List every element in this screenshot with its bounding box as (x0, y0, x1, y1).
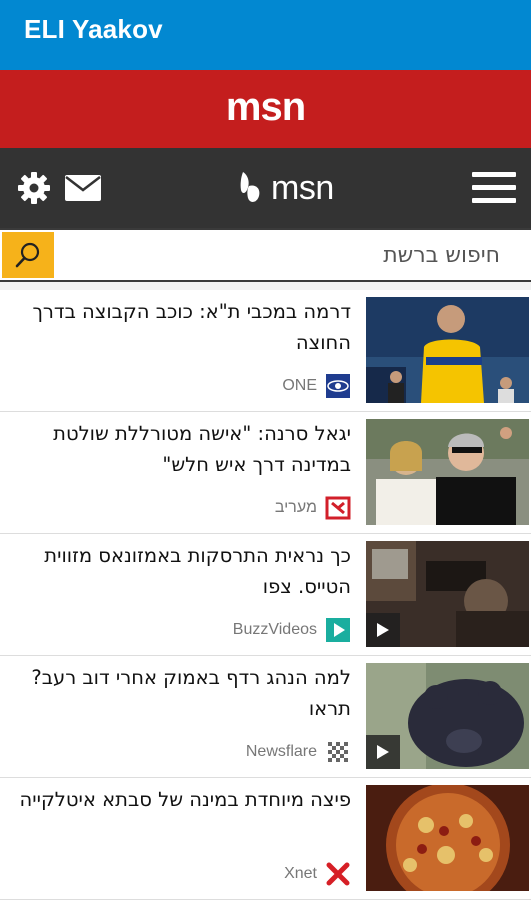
article-source: BuzzVideos (233, 618, 351, 642)
msn-brand[interactable]: msn (237, 166, 334, 210)
article-headline[interactable]: למה הנהג רדף באמוק אחרי דוב רעב? תראו (11, 662, 351, 724)
play-icon[interactable] (366, 735, 400, 769)
article-headline[interactable]: דרמה במכבי ת"א: כוכב הקבוצה בדרך החוצה (11, 296, 351, 358)
search-input[interactable] (60, 236, 500, 274)
news-card[interactable]: כך נראית התרסקות באמזונאס מזווית הטייס. … (0, 534, 531, 656)
one-logo-icon (325, 373, 351, 399)
newsflare-logo-icon (325, 739, 351, 765)
article-thumbnail[interactable] (366, 419, 529, 525)
msn-banner[interactable]: msn (0, 70, 531, 148)
article-thumbnail[interactable] (366, 785, 529, 891)
navbar: msn (0, 148, 531, 228)
article-headline[interactable]: פיצה מיוחדת במינה של סבתא איטלקייה (11, 784, 351, 815)
source-name: Newsflare (245, 743, 317, 760)
article-source: ONE (282, 374, 351, 398)
app-bar: ELI Yaakov (0, 0, 531, 70)
msn-banner-logo: msn (225, 84, 306, 129)
source-name: ONE (282, 377, 317, 394)
source-name: Xnet (284, 865, 317, 882)
search-button[interactable] (2, 232, 54, 278)
news-card[interactable]: דרמה במכבי ת"א: כוכב הקבוצה בדרך החוצה O… (0, 290, 531, 412)
article-thumbnail[interactable] (366, 297, 529, 403)
msn-brand-text: msn (271, 168, 334, 207)
article-thumbnail[interactable] (366, 663, 529, 769)
article-headline[interactable]: יגאל סרנה: "אישה מטורללת שולטת במדינה דר… (11, 418, 351, 480)
maariv-logo-icon (325, 495, 351, 521)
news-feed: דרמה במכבי ת"א: כוכב הקבוצה בדרך החוצה O… (0, 290, 531, 900)
article-source: מעריב (275, 496, 351, 520)
article-headline[interactable]: כך נראית התרסקות באמזונאס מזווית הטייס. … (11, 540, 351, 602)
news-card[interactable]: יגאל סרנה: "אישה מטורללת שולטת במדינה דר… (0, 412, 531, 534)
msn-butterfly-icon (240, 172, 260, 202)
source-name: מעריב (274, 499, 317, 516)
search-icon (15, 242, 40, 268)
news-card[interactable]: למה הנהג רדף באמוק אחרי דוב רעב? תראו Ne… (0, 656, 531, 778)
article-source: Xnet (284, 862, 351, 886)
app-title: ELI Yaakov (24, 14, 163, 44)
source-name: BuzzVideos (232, 621, 317, 638)
news-card[interactable]: פיצה מיוחדת במינה של סבתא איטלקייה Xnet (0, 778, 531, 900)
gear-icon[interactable] (16, 170, 52, 206)
play-icon[interactable] (366, 613, 400, 647)
article-thumbnail[interactable] (366, 541, 529, 647)
buzzvideos-play-icon (325, 617, 351, 643)
search-bar (0, 228, 531, 282)
article-source: Newsflare (246, 740, 351, 764)
xnet-logo-icon (325, 861, 351, 887)
mail-icon[interactable] (64, 174, 102, 202)
hamburger-menu-icon[interactable] (472, 172, 516, 206)
